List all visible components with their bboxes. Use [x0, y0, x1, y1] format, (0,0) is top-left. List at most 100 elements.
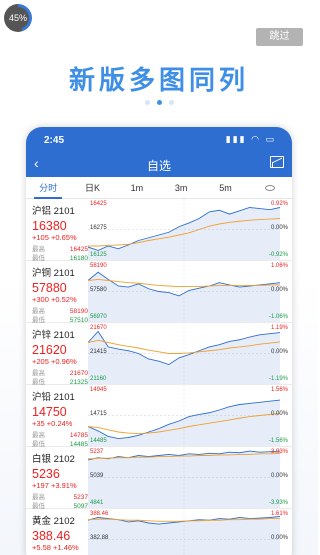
countdown-progress: 45% [4, 4, 32, 32]
axis-top-pct: 3.93% [270, 449, 288, 455]
quote-info: 黄金 2102 388.46 +5.58 +1.46% 最高388.46 最低3… [26, 509, 88, 555]
axis-bottom-price: 14485 [90, 438, 107, 444]
high-value: 21670 [69, 370, 88, 377]
chart-mode-icon[interactable] [270, 156, 284, 168]
axis-mid-price: 5039 [90, 473, 104, 479]
quote-list: 沪铝 2101 16380 +105 +0.65% 最高 16425 最低 1618… [26, 199, 292, 555]
axis-top-pct: 0.92% [270, 201, 288, 207]
skip-button[interactable]: 跳过 [256, 28, 303, 46]
headline: 新版多图同列 [68, 65, 249, 95]
countdown-label: 45% [8, 13, 27, 23]
last-price: 388.46 [32, 529, 71, 543]
intraday-svg [88, 385, 280, 446]
last-price: 21620 [32, 343, 67, 357]
intraday-svg [88, 323, 280, 384]
high-label: 最高 [32, 370, 45, 377]
tab-daily-k[interactable]: 日K [70, 177, 114, 199]
axis-mid-pct: 0.00% [270, 473, 288, 479]
tab-1m[interactable]: 1m [115, 177, 159, 199]
axis-bottom-pct: -3.93% [268, 500, 288, 506]
quote-row[interactable]: 沪铜 2101 57880 +300 +0.52% 最高 58190 最低 5751… [26, 261, 292, 324]
axis-mid-pct: 0.00% [270, 225, 288, 231]
price-change: +5.58 +1.46% [32, 543, 79, 552]
intraday-chart[interactable]: 14945 14715 14485 1.56% 0.00% -1.56% [88, 385, 292, 446]
pager-dot[interactable] [144, 100, 150, 105]
last-price: 5236 [32, 467, 60, 481]
price-change: +197 +3.91% [32, 481, 77, 490]
intraday-svg [88, 447, 280, 508]
last-price: 14750 [32, 405, 67, 419]
last-price: 16380 [32, 219, 67, 233]
tab-3m[interactable]: 3m [159, 177, 203, 199]
quote-info: 沪铜 2101 57880 +300 +0.52% 最高 58190 最低 5751… [26, 261, 88, 324]
axis-mid-price: 382.88 [90, 535, 109, 541]
contract-name: 黄金 2102 [32, 516, 75, 527]
axis-top-price: 21670 [90, 325, 107, 331]
contract-name: 沪铝 2101 [32, 206, 75, 217]
quote-row[interactable]: 黄金 2102 388.46 +5.58 +1.46% 最高388.46 最低3… [26, 509, 292, 555]
high-value: 5237 [73, 494, 88, 501]
quote-row[interactable]: 白银 2102 5236 +197 +3.91% 最高 5237 最低 5097 5… [26, 447, 292, 510]
axis-mid-price: 21415 [90, 349, 107, 355]
tab-5m[interactable]: 5m [203, 177, 247, 199]
high-label: 最高 [32, 308, 45, 315]
quote-info: 沪铅 2101 14750 +35 +0.24% 最高 14785 最低 14485 [26, 385, 88, 448]
axis-top-pct: 1.19% [270, 325, 288, 331]
quote-row[interactable]: 沪铅 2101 14750 +35 +0.24% 最高 14785 最低 14485… [26, 385, 292, 448]
pager-dots [0, 100, 318, 105]
axis-top-price: 16425 [90, 201, 107, 207]
contract-name: 白银 2102 [32, 454, 75, 465]
axis-top-pct: 1.56% [270, 387, 288, 393]
intraday-chart[interactable]: 58190 57580 56970 1.06% 0.00% -1.06% [88, 261, 292, 322]
app-topbar: 2:45 ▮▮▮ ◠ ▭ ‹ 自选 [26, 127, 292, 177]
high-label: 最高 [32, 494, 45, 501]
price-area [88, 516, 280, 555]
axis-bottom-pct: -1.19% [268, 376, 288, 382]
price-area [88, 272, 280, 322]
axis-mid-pct: 0.00% [270, 287, 288, 293]
contract-name: 沪锌 2101 [32, 330, 75, 341]
price-area [88, 451, 280, 508]
quote-info: 白银 2102 5236 +197 +3.91% 最高 5237 最低 5097 [26, 447, 88, 510]
high-label: 最高 [32, 246, 45, 253]
axis-top-pct: 1.61% [270, 511, 288, 517]
intraday-chart[interactable]: 21670 21415 21160 1.19% 0.00% -1.19% [88, 323, 292, 384]
axis-top-price: 58190 [90, 263, 107, 269]
intraday-svg [88, 509, 280, 555]
status-icons: ▮▮▮ ◠ ▭ [225, 134, 276, 144]
nav-title: 自选 [146, 159, 171, 173]
pager-dot-active[interactable] [156, 100, 162, 105]
axis-bottom-price: 56970 [90, 314, 107, 320]
quote-row[interactable]: 沪铝 2101 16380 +105 +0.65% 最高 16425 最低 1618… [26, 199, 292, 262]
period-tabs: 分时 日K 1m 3m 5m [26, 177, 292, 199]
axis-bottom-price: 16125 [90, 252, 107, 258]
price-change: +105 +0.65% [32, 233, 77, 242]
price-change: +300 +0.52% [32, 295, 77, 304]
intraday-chart[interactable]: 388.46 382.88 377.30 1.61% 0.00% -1.61% [88, 509, 292, 555]
intraday-chart[interactable]: 5237 5039 4841 3.93% 0.00% -3.93% [88, 447, 292, 508]
contract-name: 沪铅 2101 [32, 392, 75, 403]
intraday-chart[interactable]: 16425 16275 16125 0.92% 0.00% -0.92% [88, 199, 292, 260]
axis-bottom-pct: -0.92% [268, 252, 288, 258]
quote-row[interactable]: 沪锌 2101 21620 +205 +0.96% 最高 21670 最低 2132… [26, 323, 292, 386]
axis-bottom-pct: -1.56% [268, 438, 288, 444]
status-time: 2:45 [44, 135, 65, 146]
contract-name: 沪铜 2101 [32, 268, 75, 279]
high-value: 14785 [69, 432, 88, 439]
axis-mid-price: 57580 [90, 287, 107, 293]
quote-info: 沪锌 2101 21620 +205 +0.96% 最高 21670 最低 2132… [26, 323, 88, 386]
intraday-svg [88, 261, 280, 322]
eye-icon [264, 184, 275, 191]
price-change: +35 +0.24% [32, 419, 73, 428]
pager-dot[interactable] [168, 100, 174, 105]
tab-fenshi[interactable]: 分时 [26, 177, 70, 199]
axis-top-pct: 1.06% [270, 263, 288, 269]
axis-top-price: 14945 [90, 387, 107, 393]
axis-bottom-pct: -1.06% [268, 314, 288, 320]
tab-visibility[interactable] [248, 177, 292, 199]
axis-bottom-price: 21160 [90, 376, 107, 382]
axis-top-price: 388.46 [90, 511, 109, 517]
last-price: 57880 [32, 281, 67, 295]
intraday-svg [88, 199, 280, 260]
phone-mockup: 2:45 ▮▮▮ ◠ ▭ ‹ 自选 分时 日K 1m 3m 5m 沪铝 2101… [26, 127, 292, 555]
